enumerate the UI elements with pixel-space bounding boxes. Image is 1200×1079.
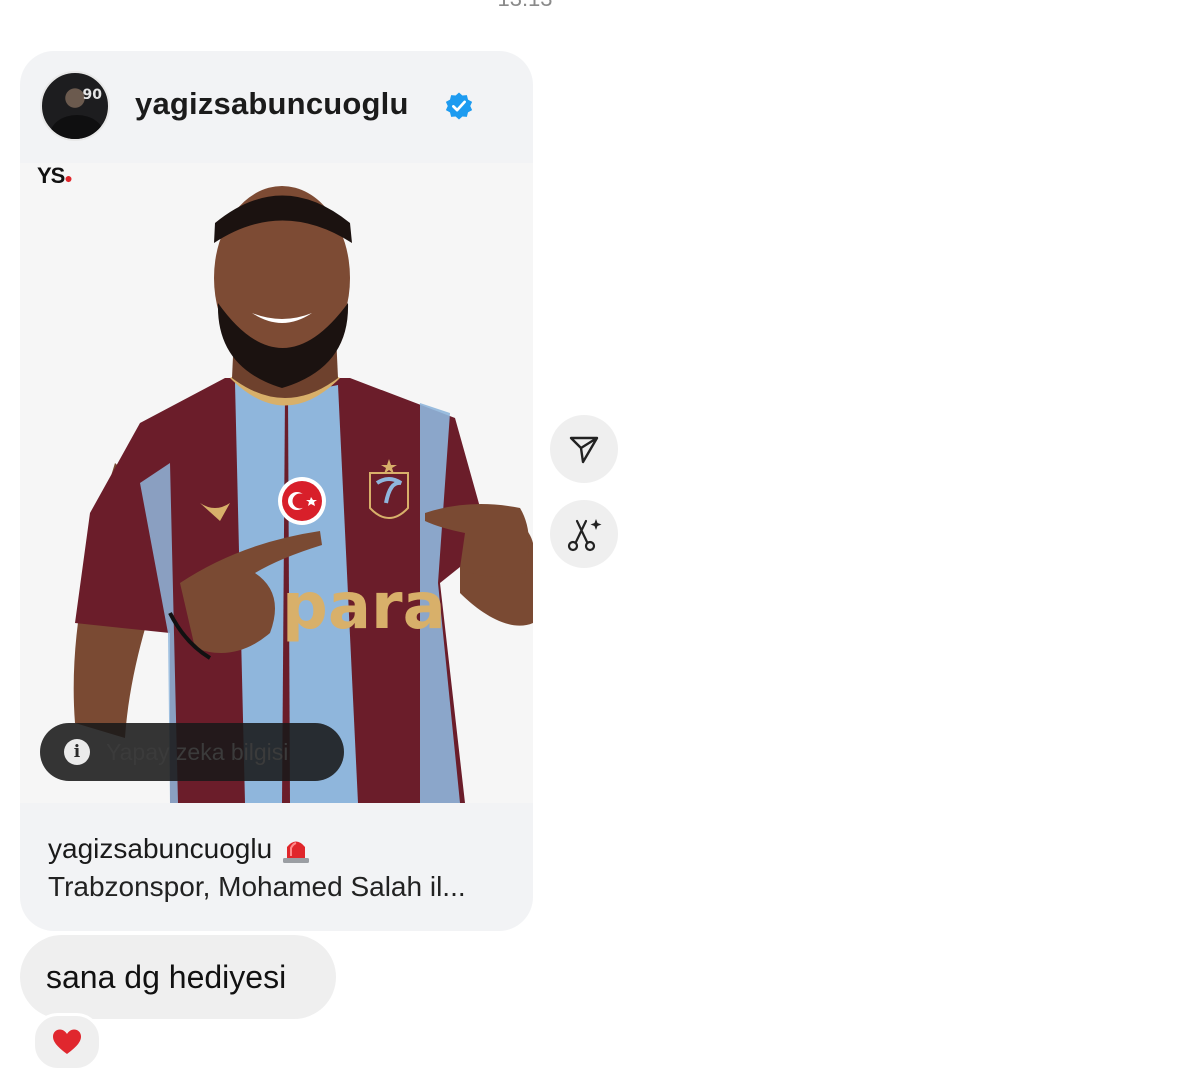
post-caption[interactable]: yagizsabuncuoglu Trabzonspor, Mohamed Sa… xyxy=(48,833,518,903)
shared-post-card[interactable]: 90 yagizsabuncuoglu YS● para i Yapay zek… xyxy=(20,51,533,931)
verified-badge-icon xyxy=(445,92,473,120)
message-timestamp: 13:13 xyxy=(0,0,1050,12)
siren-icon xyxy=(283,841,310,863)
ai-info-label: Yapay zeka bilgisi xyxy=(106,738,289,765)
ai-remix-icon xyxy=(567,519,602,552)
caption-username: yagizsabuncuoglu xyxy=(48,833,273,864)
info-icon: i xyxy=(64,739,90,765)
author-avatar[interactable]: 90 xyxy=(40,71,110,141)
ai-remix-button[interactable] xyxy=(550,500,618,568)
share-button[interactable] xyxy=(550,415,618,483)
message-text: sana dg hediyesi xyxy=(46,958,287,995)
send-icon xyxy=(569,436,599,464)
post-header[interactable]: 90 yagizsabuncuoglu xyxy=(20,51,533,163)
player-photo: para xyxy=(73,186,533,803)
post-image[interactable]: YS● para i Yapay zeka bilgisi xyxy=(20,163,533,803)
ai-info-pill[interactable]: i Yapay zeka bilgisi xyxy=(40,723,344,781)
message-bubble[interactable]: sana dg hediyesi xyxy=(20,935,336,1019)
heart-icon xyxy=(53,1029,81,1054)
caption-text: Trabzonspor, Mohamed Salah il... xyxy=(48,871,466,902)
jersey-sponsor-text: para xyxy=(282,570,446,644)
post-author-name[interactable]: yagizsabuncuoglu xyxy=(135,86,409,122)
reaction-badge[interactable] xyxy=(32,1013,102,1071)
